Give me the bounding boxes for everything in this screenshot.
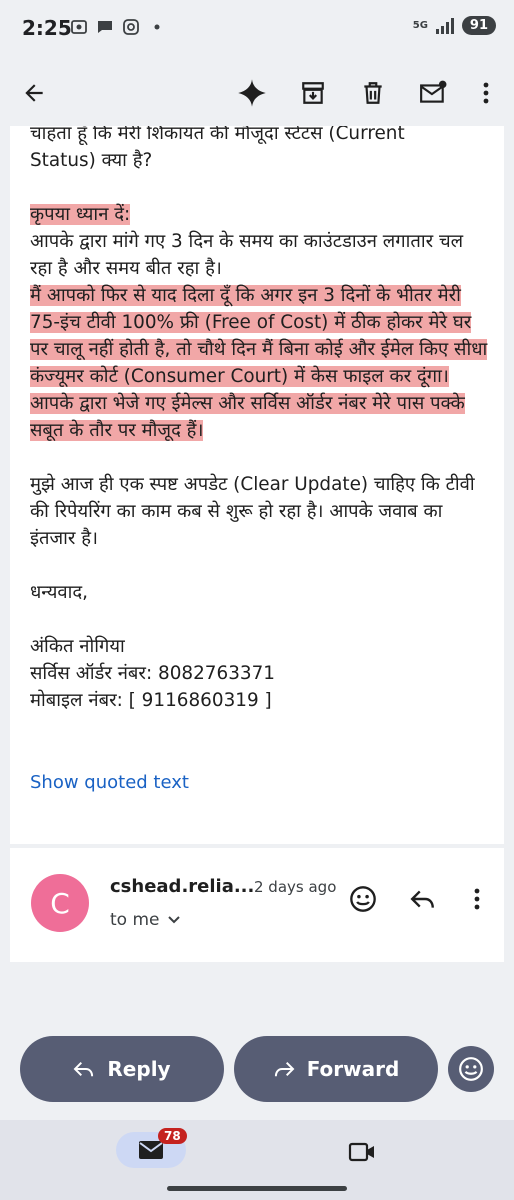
battery-level: 91 [461, 16, 496, 35]
reply-button[interactable]: Reply [20, 1036, 224, 1102]
video-camera-icon [348, 1142, 374, 1162]
archive-icon [302, 82, 324, 104]
emoji-icon [350, 886, 376, 912]
more-vert-icon [483, 82, 489, 104]
service-order-number: सर्विस ऑर्डर नंबर: 8082763371 [30, 663, 275, 684]
home-indicator[interactable] [167, 1186, 347, 1191]
forward-icon [274, 1061, 295, 1077]
sender-name: अंकित नोगिया [30, 636, 125, 657]
more-options-button[interactable] [467, 74, 505, 112]
dot-icon [154, 24, 160, 30]
note-label: कृपया ध्यान दें: [30, 204, 131, 225]
archive-button[interactable] [294, 74, 332, 112]
more-vert-icon [474, 888, 480, 910]
bottom-navigation: 78 [0, 1120, 514, 1200]
react-emoji-button[interactable] [346, 882, 380, 916]
notification-icons [70, 18, 166, 36]
mobile-number: मोबाइल नंबर: [ 9116860319 ] [30, 690, 272, 711]
instagram-icon [123, 19, 139, 35]
emoji-reaction-button[interactable] [448, 1046, 494, 1092]
warning-paragraph: मैं आपको फिर से याद दिला दूँ कि अगर इन 3… [30, 285, 488, 441]
avatar[interactable]: C [31, 874, 89, 932]
emoji-icon [459, 1057, 483, 1081]
body-line-status: Status) क्या है? [30, 150, 153, 171]
message-date: 2 days ago [254, 878, 337, 896]
sender-address[interactable]: cshead.relia... [110, 876, 254, 897]
update-request-paragraph: मुझे आज ही एक स्पष्ट अपडेट (Clear Update… [30, 474, 475, 549]
reply-icon [74, 1061, 94, 1077]
recipient-details-toggle[interactable]: to me [110, 910, 180, 930]
back-button[interactable] [15, 74, 53, 112]
thanks-line: धन्यवाद, [30, 582, 89, 603]
email-body-card: चाहता हूँ कि मेरी शिकायत की मौजूदा स्टेट… [10, 126, 504, 844]
network-type: 5G [412, 19, 428, 31]
signal-icon [435, 17, 454, 34]
message-header[interactable]: C cshead.relia... 2 days ago to me [10, 848, 504, 962]
body-line-cutoff: चाहता हूँ कि मेरी शिकायत की मौजूदा स्टेट… [30, 126, 405, 144]
email-body: चाहता हूँ कि मेरी शिकायत की मौजूदा स्टेट… [30, 126, 490, 714]
system-indicators: 5G 91 [413, 16, 496, 35]
show-quoted-text-link[interactable]: Show quoted text [30, 772, 189, 793]
reply-icon-button[interactable] [406, 882, 440, 916]
gemini-button[interactable] [233, 74, 271, 112]
chevron-down-icon [167, 916, 180, 924]
mail-icon [139, 1141, 163, 1159]
unread-count-badge: 78 [158, 1128, 187, 1144]
message-more-button[interactable] [460, 882, 494, 916]
recipient-label: to me [110, 910, 160, 930]
forward-button[interactable]: Forward [234, 1036, 438, 1102]
meet-tab[interactable] [346, 1138, 378, 1166]
delete-icon [364, 82, 382, 104]
gemini-sparkle-icon [238, 79, 266, 107]
screenshot-icon [71, 20, 87, 34]
chat-icon [98, 21, 112, 33]
email-toolbar [0, 60, 514, 126]
status-bar: 2:25 5G 91 [0, 0, 514, 60]
reply-label: Reply [107, 1057, 171, 1081]
reply-icon [410, 890, 434, 908]
delete-button[interactable] [354, 74, 392, 112]
forward-label: Forward [306, 1057, 400, 1081]
mark-unread-icon [420, 80, 447, 103]
status-time: 2:25 [22, 16, 72, 40]
arrow-left-icon [25, 84, 43, 102]
countdown-paragraph: आपके द्वारा मांगे गए 3 दिन के समय का काउ… [30, 231, 464, 279]
mark-unread-button[interactable] [414, 74, 452, 112]
